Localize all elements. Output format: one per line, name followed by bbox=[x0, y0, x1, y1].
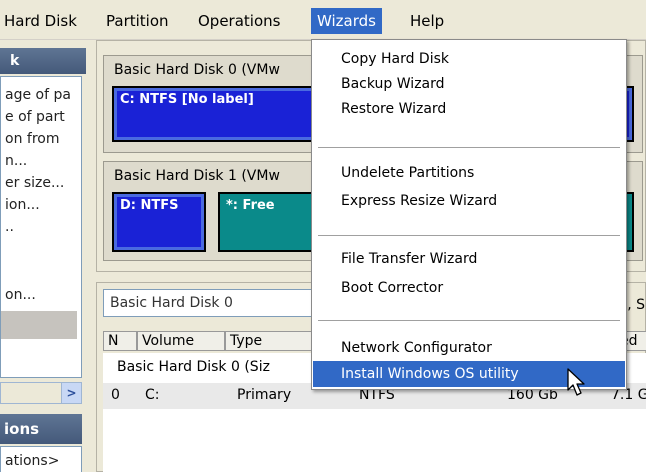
sidebar-action[interactable]: on from bbox=[5, 129, 59, 149]
sidebar-action[interactable]: age of pa bbox=[5, 85, 71, 105]
menu-item-restore-wizard[interactable]: Restore Wizard bbox=[313, 96, 625, 122]
partition-c-label: C: NTFS [No label] bbox=[120, 92, 254, 107]
menu-partition[interactable]: Partition bbox=[106, 11, 169, 31]
menu-separator bbox=[318, 147, 620, 149]
sidebar-action[interactable]: on... bbox=[5, 285, 36, 305]
disk-1-title: Basic Hard Disk 1 (VMw bbox=[114, 168, 280, 184]
menu-item-backup-wizard[interactable]: Backup Wizard bbox=[313, 71, 625, 97]
sidebar: k age of pa e of part on from n... er si… bbox=[0, 40, 92, 472]
column-n[interactable]: N bbox=[103, 331, 137, 351]
menu-item-network-configurator[interactable]: Network Configurator bbox=[313, 335, 625, 361]
sidebar-action[interactable]: e of part bbox=[5, 107, 65, 127]
menu-item-boot-corrector[interactable]: Boot Corrector bbox=[313, 275, 625, 301]
menu-bar: Hard Disk Partition Operations Wizards H… bbox=[0, 0, 646, 40]
disk-selector[interactable]: Basic Hard Disk 0 bbox=[103, 289, 323, 317]
menu-separator bbox=[318, 320, 620, 322]
cell-volume: C: bbox=[145, 387, 160, 403]
menu-item-express-resize-wizard[interactable]: Express Resize Wizard bbox=[313, 188, 625, 214]
menu-item-file-transfer-wizard[interactable]: File Transfer Wizard bbox=[313, 246, 625, 272]
cell-n: 0 bbox=[111, 387, 120, 403]
scroll-right-icon[interactable]: > bbox=[61, 383, 81, 403]
menu-hard-disk[interactable]: Hard Disk bbox=[4, 11, 77, 31]
menu-help[interactable]: Help bbox=[410, 11, 444, 31]
sidebar-action[interactable]: n... bbox=[5, 151, 27, 171]
pending-operations-item[interactable]: ations> bbox=[5, 451, 59, 471]
partition-free-label: *: Free bbox=[226, 198, 275, 213]
menu-item-copy-hard-disk[interactable]: Copy Hard Disk bbox=[313, 46, 625, 72]
column-type[interactable]: Type bbox=[225, 331, 315, 351]
sidebar-actions-panel: age of pa e of part on from n... er size… bbox=[0, 76, 82, 378]
wizards-menu: Copy Hard Disk Backup Wizard Restore Wiz… bbox=[311, 39, 627, 390]
column-volume[interactable]: Volume bbox=[137, 331, 225, 351]
partition-d[interactable]: D: NTFS bbox=[112, 192, 206, 252]
menu-item-undelete-partitions[interactable]: Undelete Partitions bbox=[313, 160, 625, 186]
sidebar-operations-panel: ations> bbox=[0, 446, 82, 472]
mouse-cursor-icon bbox=[567, 368, 585, 396]
disk-group-label: Basic Hard Disk 0 (Siz bbox=[117, 359, 270, 375]
menu-operations[interactable]: Operations bbox=[198, 11, 280, 31]
menu-wizards[interactable]: Wizards bbox=[311, 8, 382, 34]
sidebar-operations-header: ions bbox=[0, 414, 82, 444]
sidebar-action[interactable]: .. bbox=[5, 217, 14, 237]
sidebar-scrollbar[interactable]: > bbox=[0, 382, 82, 404]
partition-d-label: D: NTFS bbox=[120, 198, 179, 213]
sidebar-action[interactable]: er size... bbox=[5, 173, 64, 193]
disk-0-title: Basic Hard Disk 0 (VMw bbox=[114, 62, 280, 78]
sidebar-action[interactable]: ion... bbox=[5, 195, 40, 215]
sidebar-header: k bbox=[0, 48, 86, 74]
menu-separator bbox=[318, 235, 620, 237]
cell-type: Primary bbox=[237, 387, 292, 403]
sidebar-gray-band bbox=[1, 311, 77, 339]
